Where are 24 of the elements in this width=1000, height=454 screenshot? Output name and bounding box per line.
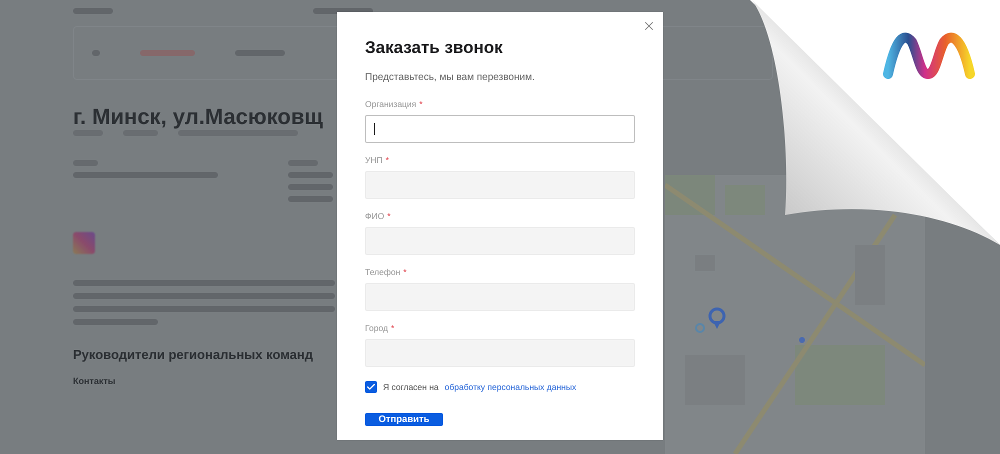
field-label: УНП: [365, 155, 383, 165]
section-subtitle: Контакты: [73, 376, 116, 386]
field-label: Организация: [365, 99, 416, 109]
consent-checkbox[interactable]: [365, 381, 377, 393]
dialog-title: Заказать звонок: [365, 38, 504, 58]
field-label: Телефон: [365, 267, 400, 277]
dialog-subtitle: Представьтесь, мы вам перезвоним.: [365, 72, 536, 83]
instagram-icon[interactable]: [73, 232, 95, 254]
check-icon: [366, 382, 376, 392]
section-title: Руководители региональных команд: [73, 347, 314, 362]
required-mark: *: [403, 267, 407, 277]
submit-button[interactable]: Отправить: [365, 413, 443, 426]
required-mark: *: [419, 99, 423, 109]
privacy-link[interactable]: обработку персональных данных: [444, 382, 576, 392]
text-cursor: [374, 123, 375, 135]
required-mark: *: [391, 323, 394, 333]
field-label: ФИО: [365, 211, 384, 221]
page-heading: г. Минск, ул.Масюковщ: [73, 104, 323, 130]
required-mark: *: [387, 211, 390, 221]
consent-text: Я согласен на: [383, 382, 439, 392]
required-mark: *: [386, 155, 389, 165]
field-label: Город: [365, 323, 388, 333]
input-field[interactable]: [365, 115, 635, 143]
close-icon: [642, 19, 656, 33]
